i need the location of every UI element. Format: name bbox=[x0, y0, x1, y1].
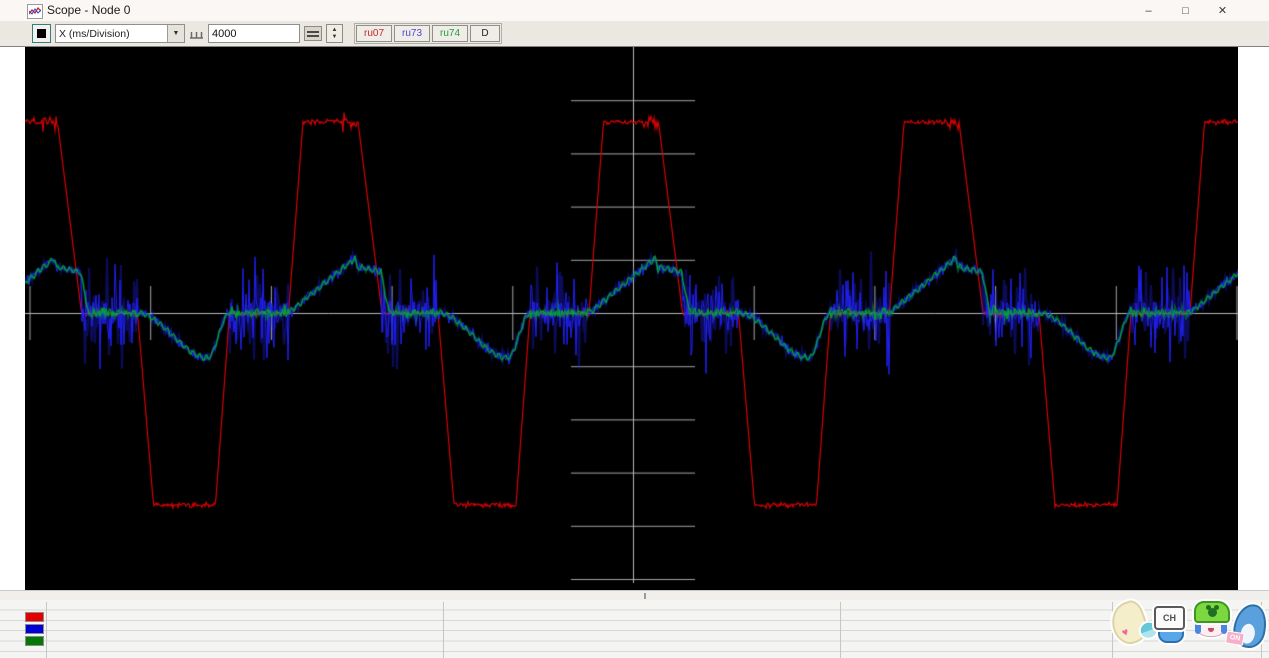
window-title: Scope - Node 0 bbox=[47, 3, 130, 17]
ch-monitor-sticker: CH bbox=[1154, 606, 1185, 643]
monitor-icon: CH bbox=[1154, 606, 1185, 630]
title-bar: Scope - Node 0 – □ ✕ bbox=[0, 0, 1269, 21]
keypad-line bbox=[307, 31, 319, 33]
minimize-button[interactable]: – bbox=[1130, 0, 1167, 21]
plot-area bbox=[0, 47, 1269, 590]
iron-heart-sticker: ♥ bbox=[1112, 602, 1146, 644]
heart-icon: ♥ bbox=[1120, 626, 1130, 640]
slider-thumb[interactable] bbox=[644, 593, 646, 599]
sticker-overlays: ♥ CH ON bbox=[1106, 594, 1269, 658]
stop-button[interactable] bbox=[32, 24, 51, 43]
stop-icon bbox=[37, 29, 46, 38]
table-column-divider bbox=[840, 602, 841, 658]
divisions-input[interactable] bbox=[208, 24, 300, 43]
channel-button-ru73[interactable]: ru73 bbox=[394, 25, 430, 42]
green-hat bbox=[1194, 601, 1230, 623]
channel-button-d[interactable]: D bbox=[470, 25, 500, 42]
channel-button-ru07[interactable]: ru07 bbox=[356, 25, 392, 42]
spin-down-icon[interactable]: ▼ bbox=[332, 34, 338, 41]
keypad-icon[interactable] bbox=[304, 26, 322, 41]
window-controls: – □ ✕ bbox=[1130, 0, 1241, 21]
shark-sticker: ON bbox=[1234, 604, 1266, 648]
spin-up-icon[interactable]: ▲ bbox=[332, 27, 338, 34]
table-column-divider bbox=[46, 602, 47, 658]
shark-shape: ON bbox=[1231, 602, 1269, 650]
iron-shape: ♥ bbox=[1106, 597, 1152, 648]
channel-table[interactable] bbox=[0, 600, 1269, 658]
keypad-line bbox=[307, 35, 319, 37]
green-hat-sticker bbox=[1194, 601, 1230, 637]
swatch-red bbox=[25, 612, 44, 622]
scale-ruler-icon bbox=[189, 25, 204, 42]
swatch-blue bbox=[25, 624, 44, 634]
channel-button-ru74[interactable]: ru74 bbox=[432, 25, 468, 42]
character-mouth bbox=[1208, 628, 1214, 632]
table-column-divider bbox=[443, 602, 444, 658]
restore-button[interactable]: □ bbox=[1167, 0, 1204, 21]
mouse-logo-icon bbox=[1208, 608, 1217, 617]
axis-mode-dropdown[interactable]: X (ms/Division) ▼ bbox=[55, 24, 185, 43]
close-button[interactable]: ✕ bbox=[1204, 0, 1241, 21]
chevron-down-icon[interactable]: ▼ bbox=[167, 25, 184, 42]
swatch-green bbox=[25, 636, 44, 646]
scope-display[interactable] bbox=[25, 47, 1238, 590]
toolbar: X (ms/Division) ▼ ▲ ▼ ru0 bbox=[0, 21, 1269, 47]
on-tag: ON bbox=[1225, 630, 1245, 646]
axis-mode-value: X (ms/Division) bbox=[56, 28, 167, 40]
value-spinner[interactable]: ▲ ▼ bbox=[326, 24, 343, 43]
app-icon bbox=[27, 4, 43, 19]
channel-button-group: ru07 ru73 ru74 D bbox=[354, 23, 502, 44]
toolbar-controls: X (ms/Division) ▼ ▲ ▼ ru0 bbox=[32, 24, 502, 43]
scope-window: Scope - Node 0 – □ ✕ X (ms/Division) ▼ bbox=[0, 0, 1269, 658]
